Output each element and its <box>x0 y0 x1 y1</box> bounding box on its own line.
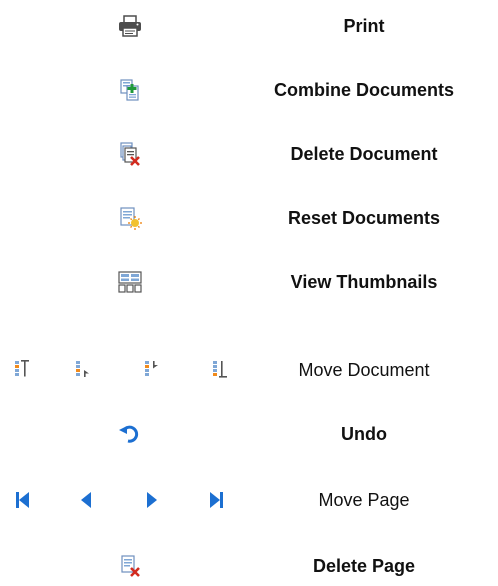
move-page-row: Move Page <box>0 480 498 520</box>
view-thumbnails-row[interactable]: View Thumbnails <box>0 262 498 302</box>
delete-page-icon[interactable] <box>110 546 150 586</box>
move-document-row: Move Document <box>0 350 498 390</box>
delete-page-row[interactable]: Delete Page <box>0 546 498 586</box>
move-document-label: Move Document <box>298 360 430 380</box>
undo-label: Undo <box>341 424 387 444</box>
move-to-top-icon[interactable] <box>8 350 36 390</box>
combine-documents-icon[interactable] <box>110 70 150 110</box>
reset-documents-label: Reset Documents <box>287 208 441 228</box>
combine-documents-row[interactable]: Combine Documents <box>0 70 498 110</box>
move-down-icon[interactable] <box>138 350 166 390</box>
print-row[interactable]: Print <box>0 6 498 46</box>
undo-icon[interactable] <box>110 414 150 454</box>
first-page-icon[interactable] <box>8 480 36 520</box>
previous-page-icon[interactable] <box>72 480 100 520</box>
reset-documents-row[interactable]: Reset Documents <box>0 198 498 238</box>
view-thumbnails-label: View Thumbnails <box>290 272 438 292</box>
delete-document-icon[interactable] <box>110 134 150 174</box>
move-up-icon[interactable] <box>69 350 97 390</box>
delete-document-row[interactable]: Delete Document <box>0 134 498 174</box>
next-page-icon[interactable] <box>138 480 166 520</box>
undo-row[interactable]: Undo <box>0 414 498 454</box>
print-label: Print <box>343 16 385 36</box>
printer-icon[interactable] <box>110 6 150 46</box>
delete-page-label: Delete Page <box>312 556 416 576</box>
view-thumbnails-icon[interactable] <box>110 262 150 302</box>
delete-document-label: Delete Document <box>290 144 438 164</box>
reset-documents-icon[interactable] <box>110 198 150 238</box>
combine-documents-label: Combine Documents <box>273 80 455 100</box>
move-page-label: Move Page <box>318 490 410 510</box>
last-page-icon[interactable] <box>203 480 231 520</box>
